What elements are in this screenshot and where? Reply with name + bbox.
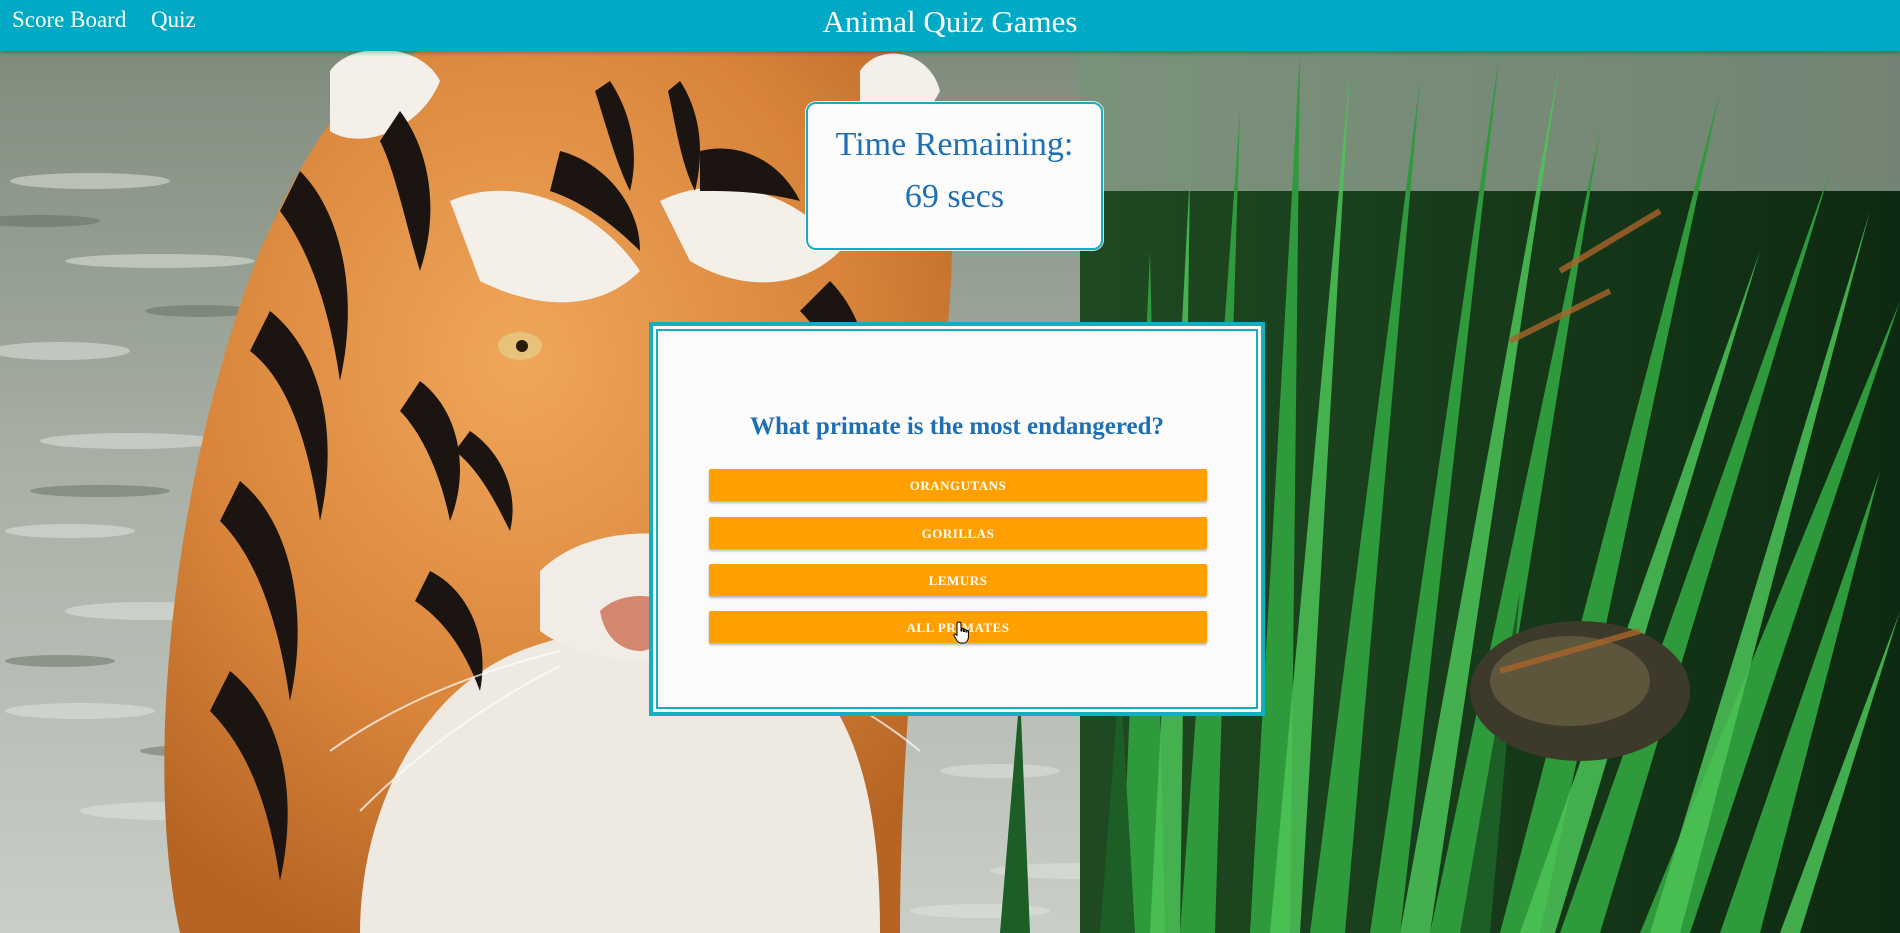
quiz-page: Score Board Quiz Animal Quiz Games Time … [0, 0, 1900, 933]
answer-button-gorillas[interactable]: GORILLAS [709, 517, 1207, 549]
answer-button-lemurs[interactable]: LEMURS [709, 564, 1207, 596]
question-card: What primate is the most endangered? ORA… [649, 322, 1265, 716]
timer-value: 69 secs [904, 178, 1005, 215]
site-title: Animal Quiz Games [822, 4, 1078, 39]
timer-card: Time Remaining: 69 secs [806, 102, 1103, 250]
top-navbar: Score Board Quiz Animal Quiz Games [0, 0, 1900, 51]
question-text: What primate is the most endangered? [749, 413, 1165, 440]
answer-button-all-primates[interactable]: ALL PRIMATES [709, 611, 1207, 643]
answer-button-orangutans[interactable]: ORANGUTANS [709, 469, 1207, 501]
timer-label: Time Remaining: [835, 126, 1074, 163]
